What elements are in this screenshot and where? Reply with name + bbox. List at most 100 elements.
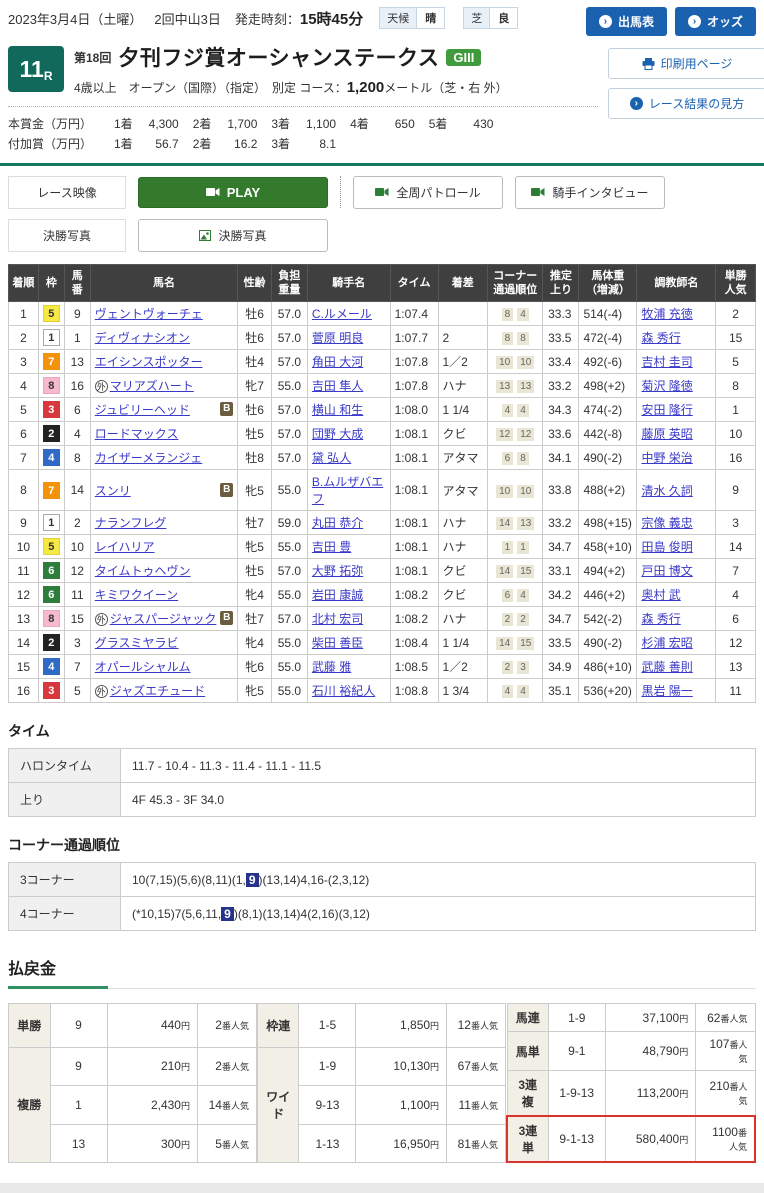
last-3f: 33.5 xyxy=(542,630,580,656)
play-button[interactable]: PLAY xyxy=(138,176,328,208)
finish-position: 2 xyxy=(8,325,39,351)
trainer-link[interactable]: 戸田 博文 xyxy=(641,564,692,578)
frame-number: 8 xyxy=(42,610,60,628)
jockey-cell: 武藤 雅 xyxy=(306,654,391,680)
trainer-cell: 牧浦 充徳 xyxy=(636,301,717,327)
jockey-link[interactable]: 大野 拓弥 xyxy=(312,564,363,578)
payout-popularity: 11番人気 xyxy=(446,1085,506,1125)
last-3f: 33.4 xyxy=(542,349,580,375)
jockey-link[interactable]: 武藤 雅 xyxy=(312,660,351,674)
horse-name-link[interactable]: ロードマックス xyxy=(95,427,179,441)
course-suffix: メートル（芝・右 外） xyxy=(384,81,508,95)
horse-name-link[interactable]: グラスミヤラビ xyxy=(95,636,179,650)
trainer-link[interactable]: 藤原 英昭 xyxy=(641,427,692,441)
trainer-link[interactable]: 安田 隆行 xyxy=(641,403,692,417)
time-table: ハロンタイム 11.7 - 10.4 - 11.3 - 11.4 - 11.1 -… xyxy=(8,748,756,818)
corner-positions: 88 xyxy=(486,325,544,351)
yen-suffix: 円 xyxy=(430,1021,440,1032)
jockey-link[interactable]: 岩田 康誠 xyxy=(312,588,363,602)
trainer-link[interactable]: 中野 栄治 xyxy=(641,451,692,465)
carried-weight: 55.0 xyxy=(270,373,308,399)
horse-name-link[interactable]: スンリ xyxy=(95,484,131,498)
payout-tables: 単勝 9 440円 2番人気 複勝 9 210円 2番人気 1 2,430円 14番人気 13 300円… xyxy=(8,1003,757,1164)
horse-number: 3 xyxy=(63,630,91,656)
jockey-link[interactable]: 吉田 隼人 xyxy=(312,379,363,393)
horse-name-cell: タイムトゥヘヴン xyxy=(89,558,239,584)
trainer-link[interactable]: 奥村 武 xyxy=(641,588,680,602)
weather-label: 天候 xyxy=(379,7,418,29)
trainer-link[interactable]: 清水 久詞 xyxy=(641,484,692,498)
horse-name-link[interactable]: キミワクイーン xyxy=(95,588,178,602)
video-camera-icon xyxy=(531,187,545,197)
column-header: 枠 xyxy=(37,263,65,303)
carried-weight: 57.0 xyxy=(270,301,308,327)
finish-position: 1 xyxy=(8,301,39,327)
horse-name-link[interactable]: 外ジャズエチュード xyxy=(94,684,205,699)
horse-name-cell: グラスミヤラビ xyxy=(89,630,239,656)
payout-heading: 払戻金 xyxy=(8,955,756,990)
horse-name-link[interactable]: エイシンスポッター xyxy=(95,355,203,369)
corner-positions: 14 15 xyxy=(486,630,544,656)
jockey-link[interactable]: 菅原 明良 xyxy=(312,331,363,345)
odds-button[interactable]: › オッズ xyxy=(674,7,756,36)
blinker-mark: B xyxy=(220,482,234,497)
trainer-link[interactable]: 牧浦 充徳 xyxy=(641,307,692,321)
jockey-link[interactable]: 黛 弘人 xyxy=(312,451,351,465)
trainer-link[interactable]: 田島 俊明 xyxy=(641,540,692,554)
horse-name-cell: キミワクイーン xyxy=(89,582,239,608)
horse-name-link[interactable]: カイザーメランジェ xyxy=(95,451,203,465)
corner-position: 3 xyxy=(517,661,529,675)
corner-positions: 23 xyxy=(486,654,544,680)
finish-photo-button[interactable]: 決勝写真 xyxy=(138,218,328,252)
jockey-link[interactable]: 丸田 恭介 xyxy=(312,516,363,530)
horse-name-link[interactable]: 外ジャスパージャック xyxy=(94,612,216,627)
jockey-link[interactable]: 団野 大成 xyxy=(312,427,363,441)
jockey-link[interactable]: 北村 宏司 xyxy=(312,612,363,626)
jockey-link[interactable]: 柴田 善臣 xyxy=(312,636,363,650)
print-page-button[interactable]: 印刷用ページ xyxy=(608,48,764,79)
entries-button[interactable]: › 出馬表 xyxy=(585,7,667,36)
corner-row-label: 4コーナー xyxy=(8,896,121,932)
payout-popularity: 81番人気 xyxy=(446,1123,506,1164)
margin: ハナ xyxy=(437,510,488,536)
jockey-link[interactable]: B.ムルザバエフ xyxy=(312,475,383,506)
horse-name-link[interactable]: 外マリアズハート xyxy=(94,379,194,394)
trainer-link[interactable]: 森 秀行 xyxy=(641,331,680,345)
win-popularity: 11 xyxy=(715,678,756,704)
jockey-link[interactable]: 石川 裕紀人 xyxy=(312,684,375,698)
payout-amount: 580,400円 xyxy=(604,1115,697,1164)
trainer-cell: 中野 栄治 xyxy=(636,445,717,471)
payout-row: 単勝 9 440円 2番人気 xyxy=(8,1003,257,1048)
trainer-link[interactable]: 武藤 善則 xyxy=(641,660,692,674)
finish-photo-button-label: 決勝写真 xyxy=(218,228,267,243)
prize-amount: 4,300 xyxy=(148,117,179,131)
trainer-link[interactable]: 杉浦 宏昭 xyxy=(641,636,692,650)
jockey-link[interactable]: 角田 大河 xyxy=(312,355,363,369)
margin: アタマ xyxy=(437,445,488,471)
horse-name-link[interactable]: ジュビリーヘッド xyxy=(95,403,190,417)
horse-name-link[interactable]: ディヴィナシオン xyxy=(95,331,190,345)
horse-name-link[interactable]: ナランフレグ xyxy=(95,516,167,530)
corner-position: 1 xyxy=(517,541,529,555)
trainer-link[interactable]: 宗像 義忠 xyxy=(641,516,692,530)
jockey-link[interactable]: C.ルメール xyxy=(312,307,372,321)
trainer-link[interactable]: 菊沢 隆徳 xyxy=(641,379,692,393)
horse-name-link[interactable]: レイハリア xyxy=(95,540,155,554)
prize-pair: 2着 16.2 xyxy=(179,134,258,154)
patrol-video-button[interactable]: 全周パトロール xyxy=(353,175,503,209)
horse-name-link[interactable]: ヴェントヴォーチェ xyxy=(95,307,203,321)
jockey-link[interactable]: 吉田 豊 xyxy=(312,540,351,554)
horse-name-link[interactable]: タイムトゥヘヴン xyxy=(95,564,191,578)
win-popularity: 6 xyxy=(715,606,756,632)
result-guide-button[interactable]: › レース結果の見方 xyxy=(608,88,764,119)
trainer-link[interactable]: 黒岩 陽一 xyxy=(641,684,692,698)
corner-position: 1 xyxy=(501,541,514,555)
trainer-link[interactable]: 森 秀行 xyxy=(641,612,680,626)
finish-position: 10 xyxy=(8,534,39,560)
jockey-interview-button[interactable]: 騎手インタビュー xyxy=(515,175,665,209)
jockey-link[interactable]: 横山 和生 xyxy=(312,403,363,417)
win-popularity: 8 xyxy=(715,373,756,399)
horse-name-link[interactable]: オパールシャルム xyxy=(95,660,191,674)
trainer-link[interactable]: 吉村 圭司 xyxy=(641,355,692,369)
jockey-cell: 吉田 隼人 xyxy=(306,373,391,399)
